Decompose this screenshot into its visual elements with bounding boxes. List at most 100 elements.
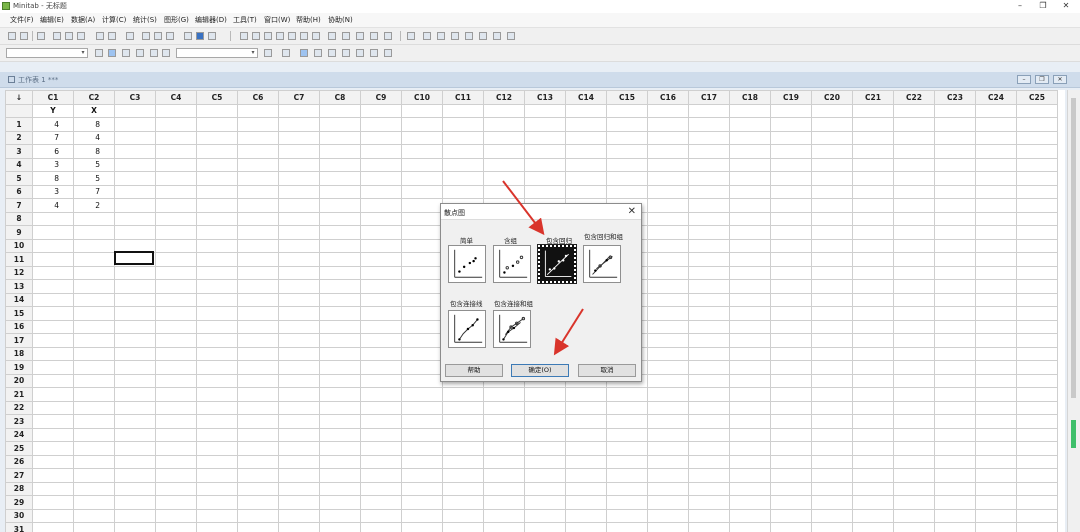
data-cell[interactable] [565,130,607,145]
filter-icon[interactable] [150,49,158,57]
data-cell[interactable] [32,333,74,348]
data-cell[interactable] [360,468,402,483]
data-cell[interactable] [278,333,320,348]
data-cell[interactable] [606,468,648,483]
data-cell[interactable] [811,373,853,388]
data-cell[interactable] [155,319,197,334]
data-cell[interactable] [729,130,771,145]
data-cell[interactable] [32,306,74,321]
data-cell[interactable] [237,346,279,361]
data-cell[interactable] [524,522,566,532]
data-cell[interactable] [934,522,976,532]
data-cell[interactable] [770,400,812,415]
data-cell[interactable] [770,292,812,307]
ws-close-button[interactable]: ✕ [1053,75,1067,84]
brush-icon[interactable] [423,32,431,40]
data-cell[interactable] [934,211,976,226]
data-cell[interactable] [114,360,156,375]
row-number[interactable]: 16 [5,319,33,334]
data-cell[interactable] [975,144,1017,159]
data-cell[interactable] [1016,171,1058,186]
size-combo[interactable]: ▾ [176,48,258,58]
line-icon[interactable] [122,49,130,57]
align-icon[interactable] [162,49,170,57]
data-cell[interactable] [524,454,566,469]
data-cell[interactable] [237,441,279,456]
data-cell[interactable] [852,360,894,375]
data-cell[interactable] [319,117,361,132]
data-cell[interactable] [319,265,361,280]
data-cell[interactable] [893,508,935,523]
data-cell[interactable] [442,144,484,159]
row-number[interactable]: 30 [5,508,33,523]
data-cell[interactable] [73,319,115,334]
menu-data[interactable]: 数据(A) [71,15,95,25]
data-cell[interactable] [811,441,853,456]
data-cell[interactable] [647,238,689,253]
data-cell[interactable] [1016,400,1058,415]
active-cell[interactable] [114,251,154,265]
data-cell[interactable] [237,387,279,402]
data-cell[interactable] [196,508,238,523]
data-cell[interactable] [893,225,935,240]
data-cell[interactable] [401,157,443,172]
data-cell[interactable] [893,130,935,145]
data-cell[interactable] [975,265,1017,280]
data-cell[interactable]: 3 [32,157,74,172]
data-cell[interactable] [934,279,976,294]
data-cell[interactable] [360,306,402,321]
column-name-cell[interactable] [114,103,156,118]
data-cell[interactable] [278,211,320,226]
data-cell[interactable] [319,468,361,483]
data-cell[interactable] [319,319,361,334]
data-cell[interactable] [934,400,976,415]
data-cell[interactable] [729,441,771,456]
cancel-icon[interactable] [184,32,192,40]
data-cell[interactable] [893,522,935,532]
data-cell[interactable] [729,319,771,334]
pointer-icon[interactable] [108,49,116,57]
column-name-cell[interactable] [196,103,238,118]
data-cell[interactable] [401,360,443,375]
menu-graph[interactable]: 图形(G) [164,15,189,25]
data-cell[interactable] [975,346,1017,361]
data-cell[interactable] [852,441,894,456]
data-cell[interactable] [278,225,320,240]
data-cell[interactable] [524,414,566,429]
data-cell[interactable] [360,387,402,402]
data-cell[interactable] [401,414,443,429]
data-cell[interactable] [155,414,197,429]
data-cell[interactable] [934,117,976,132]
data-cell[interactable] [811,279,853,294]
menu-calc[interactable]: 计算(C) [102,15,126,25]
data-cell[interactable] [606,495,648,510]
data-cell[interactable] [852,400,894,415]
data-cell[interactable] [114,400,156,415]
data-cell[interactable] [319,279,361,294]
data-cell[interactable] [647,279,689,294]
data-cell[interactable] [1016,468,1058,483]
data-cell[interactable] [729,346,771,361]
data-cell[interactable] [606,454,648,469]
data-cell[interactable] [770,522,812,532]
data-cell[interactable] [360,265,402,280]
data-cell[interactable] [319,130,361,145]
data-cell[interactable] [893,171,935,186]
data-cell[interactable] [893,360,935,375]
data-cell[interactable] [114,292,156,307]
data-cell[interactable] [155,508,197,523]
row-number[interactable]: 2 [5,130,33,145]
scatter-simple-icon[interactable] [448,245,486,283]
data-cell[interactable] [155,144,197,159]
session-window-icon[interactable] [240,32,248,40]
data-cell[interactable] [155,333,197,348]
data-cell[interactable] [319,481,361,496]
data-cell[interactable] [155,481,197,496]
data-cell[interactable] [647,292,689,307]
data-cell[interactable] [893,157,935,172]
data-cell[interactable] [975,400,1017,415]
column-header[interactable]: C19 [770,90,812,105]
data-cell[interactable] [729,211,771,226]
data-cell[interactable] [155,522,197,532]
data-cell[interactable] [647,508,689,523]
